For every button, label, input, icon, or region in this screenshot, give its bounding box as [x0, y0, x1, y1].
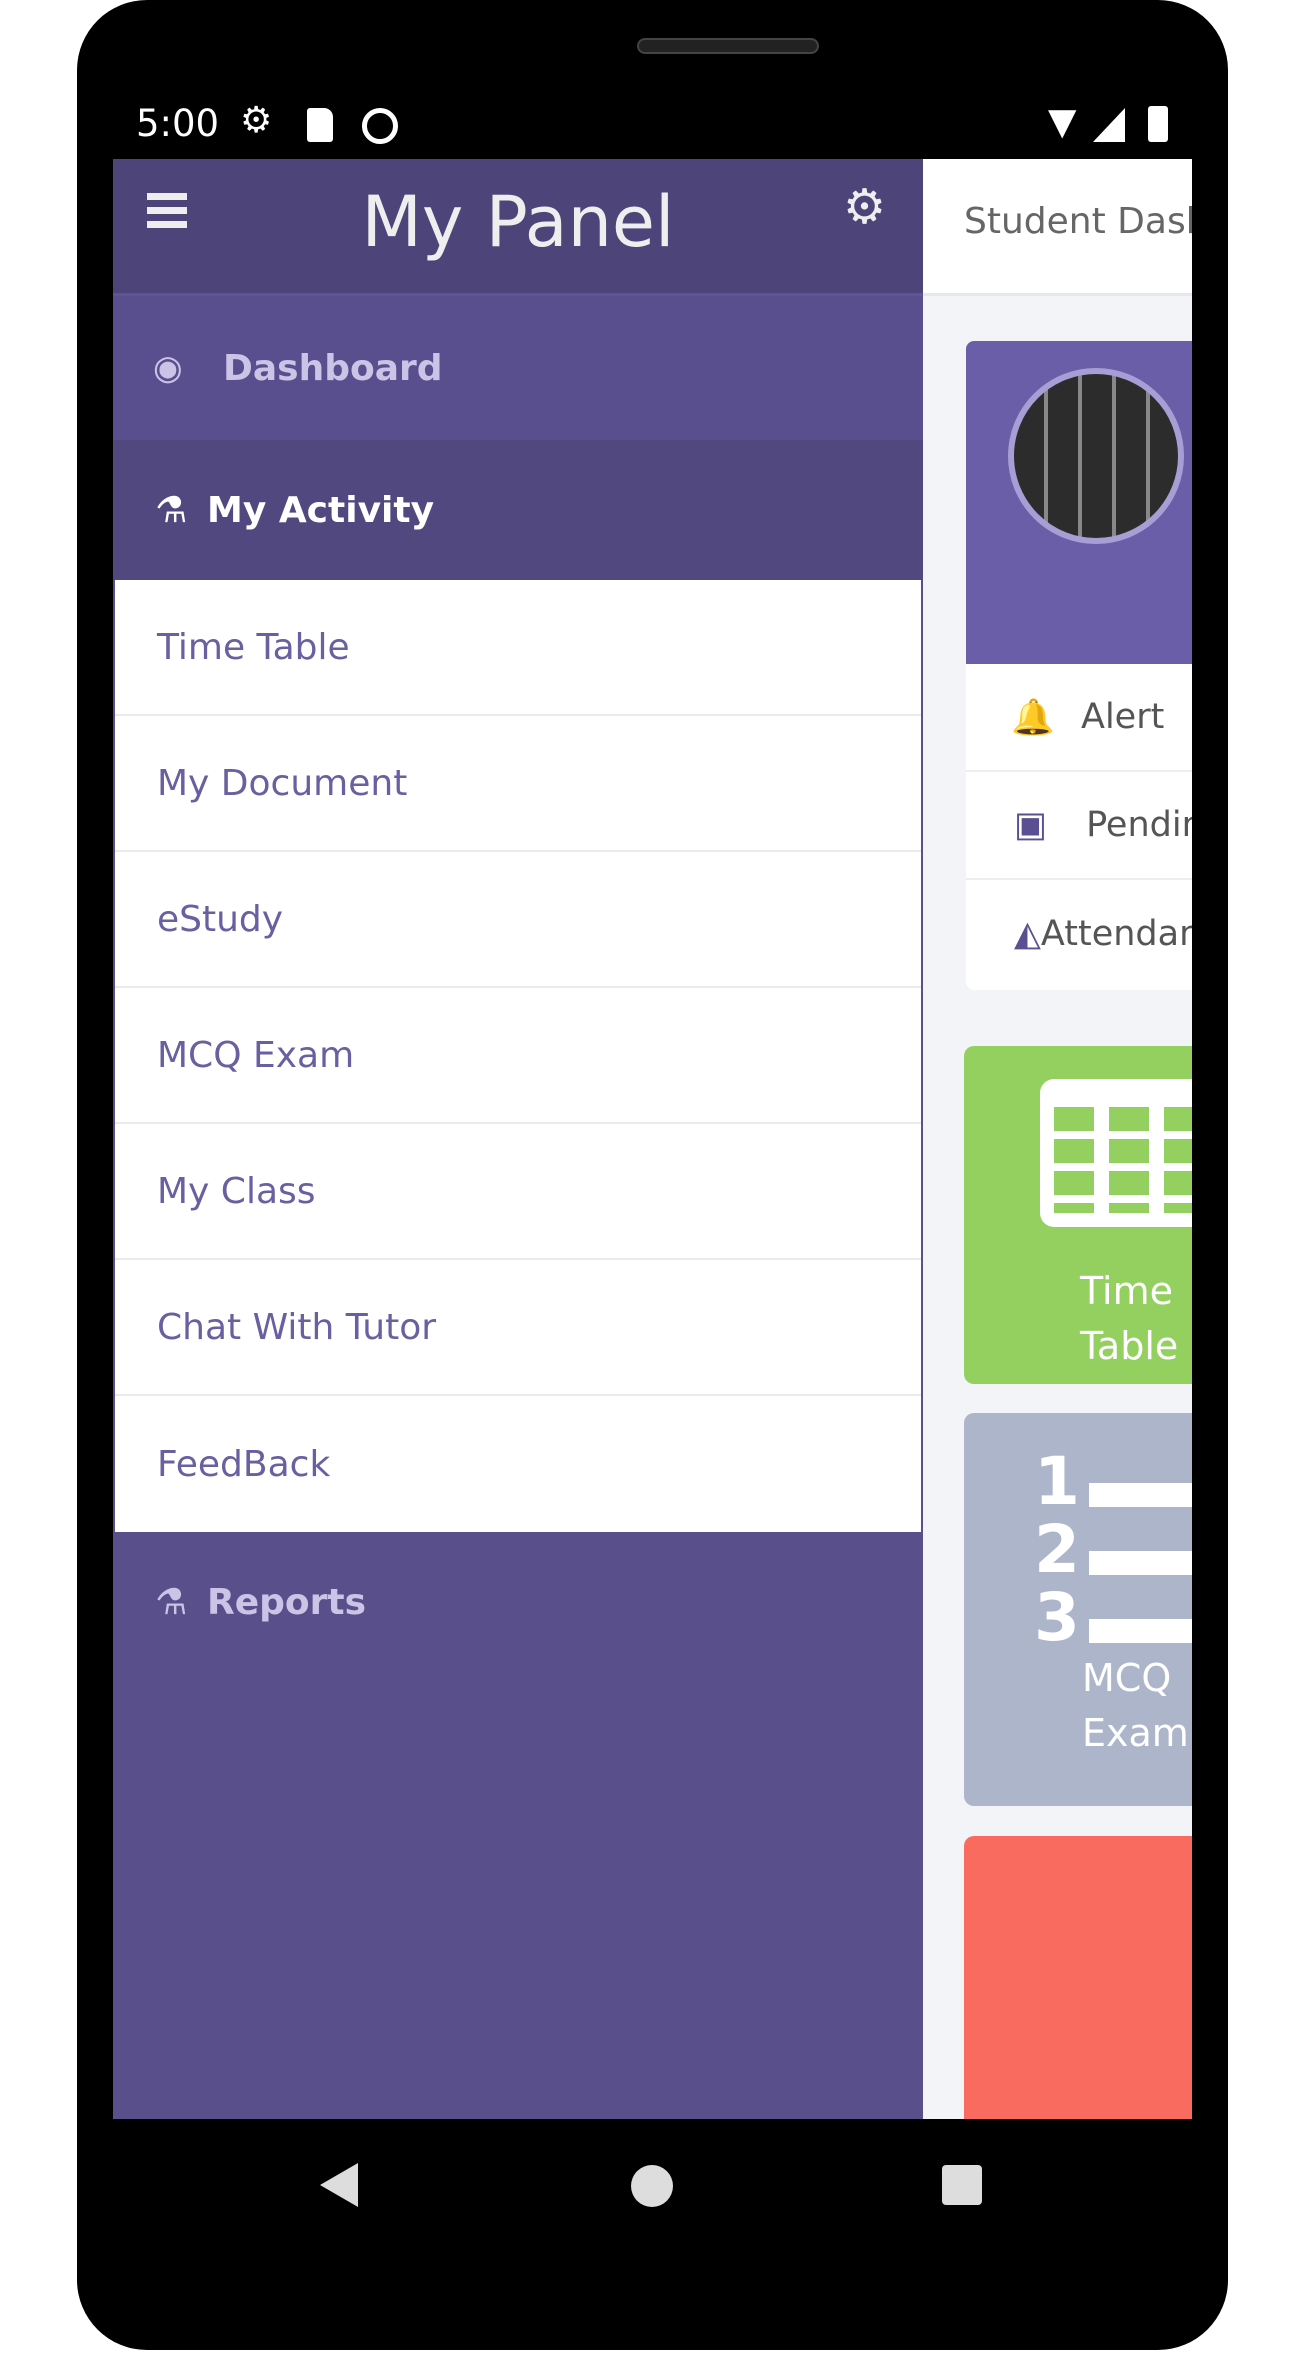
tile-label: Time Table [1080, 1269, 1179, 1368]
bell-icon: 🔔 [1011, 697, 1055, 738]
menu-item-time-table[interactable]: Time Table [115, 580, 921, 716]
system-nav-bar [113, 2119, 1192, 2299]
menu-item-my-document[interactable]: My Document [115, 716, 921, 852]
main-header-title: Student Dashboard [964, 201, 1192, 242]
tile-red[interactable] [964, 1836, 1192, 2119]
navigation-drawer: My Panel ⚙ ◉ Dashboard ⚗ My Activity Time … [113, 159, 923, 2119]
drawer-item-dashboard[interactable]: ◉ Dashboard [113, 296, 923, 440]
money-icon: ▣ [1014, 805, 1048, 845]
profile-card: 🔔Alert ▣Pending ◭Attendance [966, 341, 1192, 990]
tile-time-table[interactable]: Time Table [964, 1046, 1192, 1384]
sd-card-icon [307, 108, 333, 142]
attendance-row[interactable]: ◭Attendance [966, 880, 1192, 988]
area-chart-icon: ◭ [1014, 914, 1041, 954]
home-icon[interactable] [631, 2165, 673, 2207]
recents-icon[interactable] [942, 2165, 982, 2205]
menu-item-mcq-exam[interactable]: MCQ Exam [115, 988, 921, 1124]
gear-icon: ⚙ [240, 100, 273, 141]
signal-icon [1093, 108, 1125, 142]
pending-row[interactable]: ▣Pending [966, 772, 1192, 880]
settings-gear-icon[interactable]: ⚙ [843, 179, 886, 235]
menu-item-my-class[interactable]: My Class [115, 1124, 921, 1260]
tile-mcq-exam[interactable]: 123 MCQ Exam [964, 1413, 1192, 1806]
flask-icon: ⚗ [155, 1581, 188, 1623]
battery-icon [1148, 106, 1168, 142]
drawer-item-my-activity[interactable]: ⚗ My Activity [113, 440, 923, 580]
wifi-icon: ▼ [1048, 100, 1077, 143]
drawer-header: My Panel ⚙ [113, 159, 923, 296]
alert-row[interactable]: 🔔 Alert [966, 664, 1192, 772]
back-icon[interactable] [320, 2163, 358, 2207]
status-time: 5:00 [136, 102, 220, 145]
app-screen: Student Dashboard 🔔Alert ▣Pending ◭Atten… [113, 159, 1192, 2119]
avatar[interactable] [1008, 368, 1184, 544]
menu-item-feedback[interactable]: FeedBack [115, 1396, 921, 1532]
drawer-title: My Panel [361, 181, 675, 263]
menu-item-estudy[interactable]: eStudy [115, 852, 921, 988]
main-header: Student Dashboard [923, 159, 1192, 296]
eye-icon: ◉ [153, 348, 183, 388]
tile-label: MCQ Exam [1082, 1656, 1189, 1755]
data-saver-icon [362, 108, 398, 144]
menu-item-chat-with-tutor[interactable]: Chat With Tutor [115, 1260, 921, 1396]
flask-icon: ⚗ [155, 489, 188, 531]
drawer-item-reports[interactable]: ⚗ Reports [113, 1532, 923, 1672]
numbered-list-icon: 123 [1034, 1443, 1080, 1656]
activity-submenu: Time Table My Document eStudy MCQ Exam M… [115, 580, 921, 1532]
calendar-grid-icon [1040, 1079, 1192, 1227]
speaker [637, 38, 819, 54]
